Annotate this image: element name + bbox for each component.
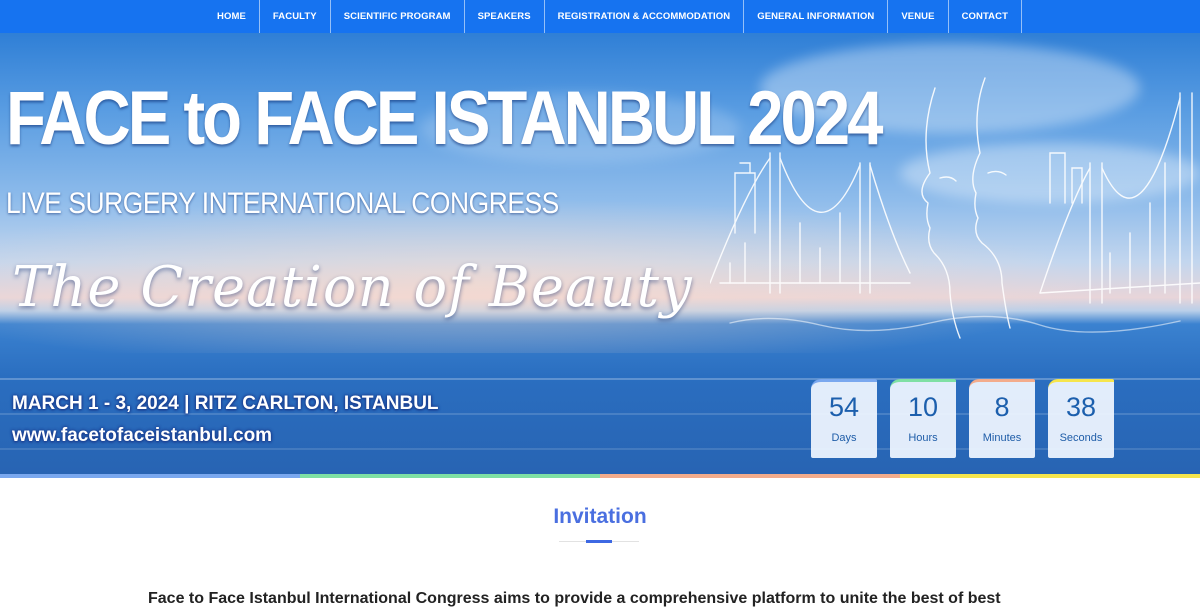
countdown-minutes-value: 8 [994, 392, 1010, 422]
nav-item-home[interactable]: HOME [204, 0, 260, 33]
color-divider-strip [0, 474, 1200, 478]
event-date-venue: MARCH 1 - 3, 2024 | RITZ CARLTON, ISTANB… [12, 393, 439, 414]
countdown-days: 54 Days [811, 379, 877, 458]
hero-tagline: The Creation of Beauty [12, 255, 693, 320]
countdown-days-label: Days [831, 432, 857, 444]
nav-menu: HOME FACULTY SCIENTIFIC PROGRAM SPEAKERS… [204, 0, 1023, 33]
invitation-heading: Invitation [553, 505, 647, 528]
countdown-minutes-label: Minutes [982, 432, 1022, 444]
nav-item-registration[interactable]: REGISTRATION & ACCOMMODATION [545, 0, 745, 33]
countdown-hours-label: Hours [908, 432, 938, 444]
countdown-timer: 54 Days 10 Hours 8 Minutes 38 Seconds [811, 379, 1114, 458]
countdown-minutes: 8 Minutes [969, 379, 1035, 458]
strip-segment [600, 474, 900, 478]
strip-segment [0, 474, 300, 478]
invitation-text: Face to Face Istanbul International Cong… [148, 590, 1001, 607]
countdown-hours: 10 Hours [890, 379, 956, 458]
event-website-link[interactable]: www.facetofaceistanbul.com [12, 425, 272, 447]
hero-banner: FACE to FACE ISTANBUL 2024 LIVE SURGERY … [0, 33, 1200, 474]
countdown-days-value: 54 [828, 392, 860, 422]
hero-title: FACE to FACE ISTANBUL 2024 [6, 76, 883, 161]
strip-segment [900, 474, 1200, 478]
nav-item-scientific-program[interactable]: SCIENTIFIC PROGRAM [331, 0, 465, 33]
nav-item-venue[interactable]: VENUE [888, 0, 949, 33]
nav-item-general-information[interactable]: GENERAL INFORMATION [744, 0, 889, 33]
nav-item-faculty[interactable]: FACULTY [260, 0, 331, 33]
countdown-seconds: 38 Seconds [1048, 379, 1114, 458]
main-navbar: HOME FACULTY SCIENTIFIC PROGRAM SPEAKERS… [0, 0, 1200, 33]
strip-segment [300, 474, 600, 478]
countdown-seconds-label: Seconds [1059, 432, 1103, 444]
countdown-hours-value: 10 [907, 392, 939, 422]
heading-accent [586, 540, 612, 543]
hero-subtitle: LIVE SURGERY INTERNATIONAL CONGRESS [6, 187, 559, 220]
nav-item-contact[interactable]: CONTACT [949, 0, 1023, 33]
countdown-seconds-value: 38 [1065, 392, 1097, 422]
nav-item-speakers[interactable]: SPEAKERS [465, 0, 545, 33]
